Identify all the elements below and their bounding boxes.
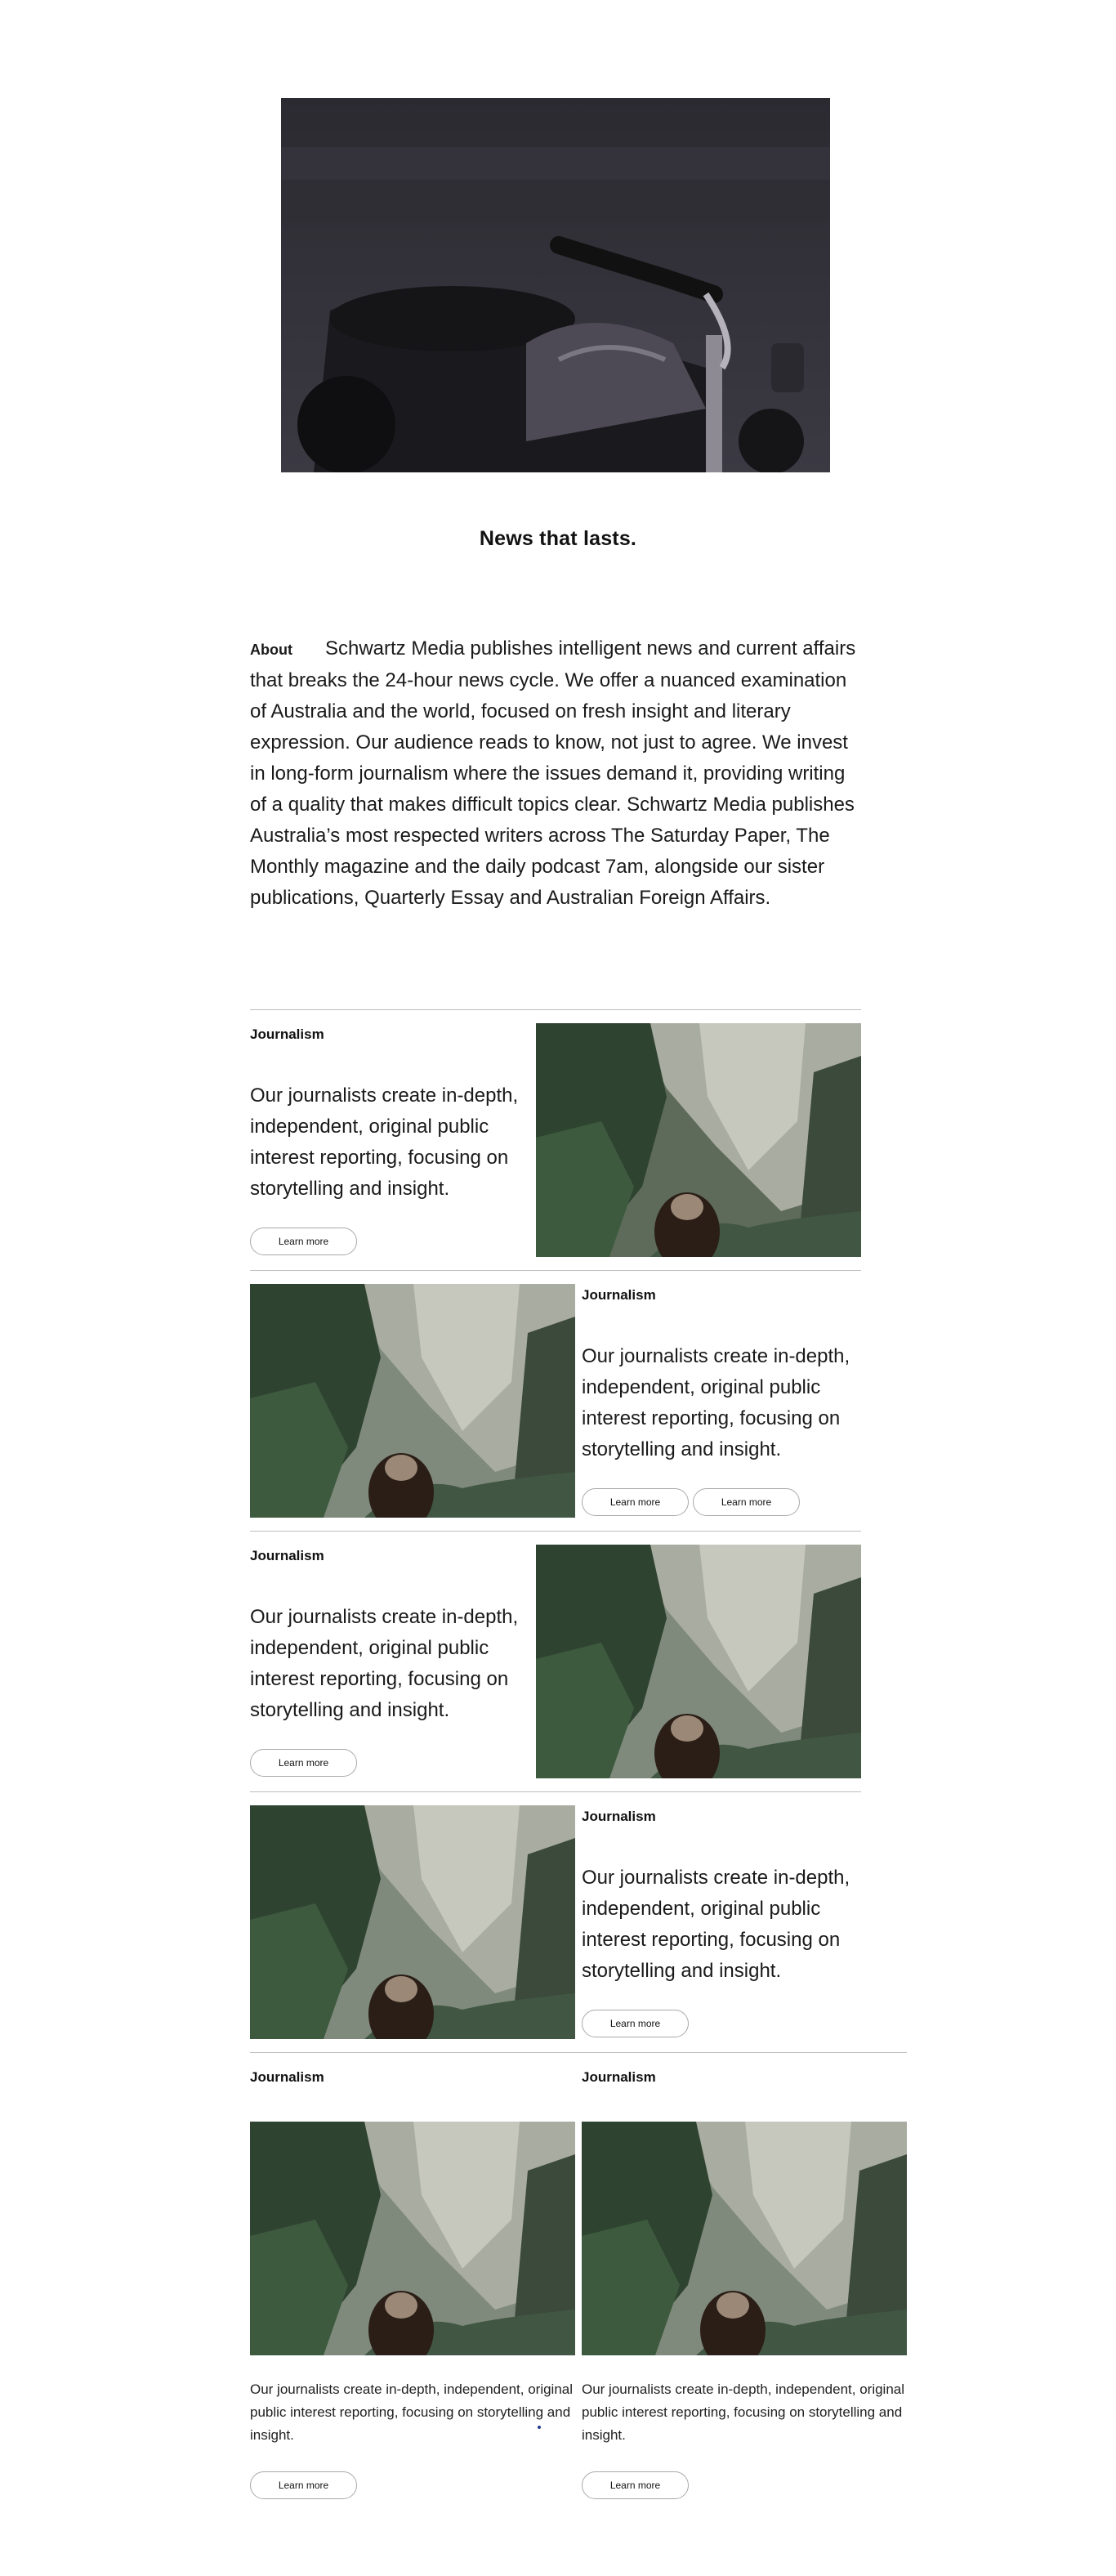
- card-description: Our journalists create in-depth, indepen…: [582, 2381, 905, 2443]
- card-description: Our journalists create in-depth, indepen…: [250, 2381, 574, 2443]
- feature-description: Our journalists create in-depth, indepen…: [582, 1867, 850, 1982]
- card-kicker: Journalism: [250, 2069, 324, 2085]
- mountain-photo: [536, 1023, 861, 1257]
- hero-motorcycle-image: [281, 98, 830, 472]
- card-image: [250, 2122, 575, 2355]
- cursor-dot: [538, 2426, 541, 2429]
- feature-kicker: Journalism: [582, 1287, 656, 1303]
- cards-row: Journalism Our journalists create in-dep…: [250, 2052, 907, 2542]
- feature-text: Journalism Our journalists create in-dep…: [582, 1271, 868, 1531]
- about-section: About Schwartz Media publishes intelligen…: [250, 633, 861, 914]
- about-label: About: [250, 642, 292, 658]
- feature-text: Journalism Our journalists create in-dep…: [250, 1010, 536, 1270]
- learn-more-button[interactable]: Learn more: [250, 1749, 357, 1777]
- feature-row: Journalism Our journalists create in-dep…: [250, 1791, 861, 2053]
- card-image: [582, 2122, 907, 2355]
- mountain-photo: [250, 2122, 575, 2355]
- card: Journalism Our journalists create in-dep…: [250, 2053, 575, 2499]
- learn-more-button[interactable]: Learn more: [582, 2010, 689, 2037]
- tagline: News that lasts.: [479, 527, 637, 550]
- feature-kicker: Journalism: [582, 1809, 656, 1824]
- feature-text: Journalism Our journalists create in-dep…: [250, 1532, 536, 1791]
- feature-image: [536, 1545, 861, 1778]
- feature-kicker: Journalism: [250, 1026, 324, 1042]
- feature-kicker: Journalism: [250, 1548, 324, 1563]
- feature-image: [536, 1023, 861, 1257]
- mountain-photo: [250, 1805, 575, 2039]
- feature-description: Our journalists create in-depth, indepen…: [250, 1606, 519, 1721]
- feature-image: [250, 1805, 575, 2039]
- about-text: Schwartz Media publishes intelligent new…: [250, 637, 856, 909]
- learn-more-button[interactable]: Learn more: [582, 2471, 689, 2499]
- learn-more-button-secondary[interactable]: Learn more: [693, 1488, 800, 1516]
- mountain-photo: [250, 1284, 575, 1518]
- learn-more-button[interactable]: Learn more: [582, 1488, 689, 1516]
- learn-more-button[interactable]: Learn more: [250, 1228, 357, 1255]
- mountain-photo: [536, 1545, 861, 1778]
- feature-row: Journalism Our journalists create in-dep…: [250, 1009, 861, 1271]
- learn-more-button[interactable]: Learn more: [250, 2471, 357, 2499]
- mountain-photo: [582, 2122, 907, 2355]
- card: Journalism Our journalists create in-dep…: [582, 2053, 907, 2499]
- feature-description: Our journalists create in-depth, indepen…: [250, 1085, 519, 1200]
- feature-row: Journalism Our journalists create in-dep…: [250, 1531, 861, 1792]
- feature-description: Our journalists create in-depth, indepen…: [582, 1345, 850, 1460]
- feature-row: Journalism Our journalists create in-dep…: [250, 1270, 861, 1532]
- feature-image: [250, 1284, 575, 1518]
- card-kicker: Journalism: [582, 2069, 656, 2085]
- feature-text: Journalism Our journalists create in-dep…: [582, 1792, 868, 2052]
